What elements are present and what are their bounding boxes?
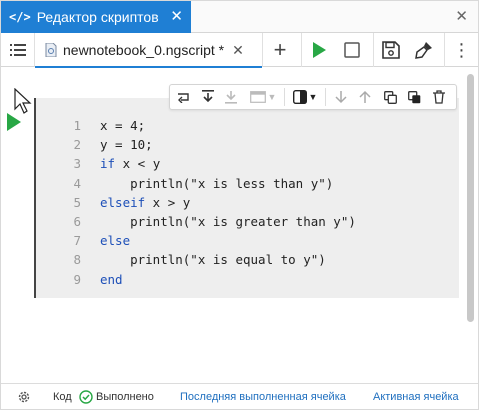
split-cell-button[interactable] [173,85,195,109]
copy-icon [383,90,397,104]
line-text: println("x is less than y") [100,175,334,191]
move-cell-up-button[interactable] [354,85,376,109]
toolbar-divider [284,88,285,106]
save-button[interactable] [373,33,407,67]
add-tab-button[interactable]: + [263,33,297,67]
line-text: x = 4; [100,118,146,133]
window-close-icon[interactable]: ✕ [455,7,468,25]
code-editor[interactable]: 1 x = 4; 2 y = 10; 3 if x < y 4 println("x … [36,118,459,291]
notebook-file-icon [45,43,57,57]
code-line: 8 println("x is equal to y") [36,252,459,271]
vertical-scrollbar[interactable] [467,74,474,322]
keyword: else [100,233,131,249]
code-line: 5 elseif x > y [36,195,459,214]
code-line: 1 x = 4; [36,118,459,137]
line-text: println("x is greater than y") [100,213,356,229]
contrast-icon [292,90,307,104]
line-number: 4 [73,175,81,191]
delete-cell-button[interactable] [428,85,450,109]
cell-type-dropdown[interactable]: ▼ [244,85,282,109]
cell-run-icon[interactable] [7,113,21,131]
cell-toolbar: ▼ ▼ [169,84,457,110]
cell-kind-label: Код [53,391,72,403]
code-line: 6 println("x is greater than y") [36,214,459,233]
theme-dropdown[interactable]: ▼ [287,85,323,109]
code-line: 3 if x < y [36,156,459,175]
execution-status: Выполнено [79,384,154,410]
brush-icon [415,42,432,59]
document-tab[interactable]: newnotebook_0.ngscript * ✕ [35,33,263,68]
title-bar: </> Редактор скриптов ✕ ✕ [1,1,478,33]
download-button[interactable] [220,85,242,109]
list-icon [9,44,26,56]
copy-cell-button[interactable] [379,85,401,109]
line-text: println("x is equal to y") [100,252,326,268]
line-number: 3 [73,156,81,172]
chevron-down-icon: ▼ [308,92,318,102]
execution-status-label: Выполнено [96,391,154,403]
keyword: if [100,156,116,172]
stop-button[interactable] [335,33,369,67]
status-bar: Код Выполнено Последняя выполненная ячей… [1,383,478,409]
check-circle-icon [79,390,93,404]
cell-type-icon [249,91,266,103]
toolbar-divider [325,88,326,106]
code-cell[interactable]: 1 x = 4; 2 y = 10; 3 if x < y 4 println("x … [34,98,459,298]
keyword: end [100,271,123,287]
line-number: 5 [73,194,81,210]
editor-toolbar: newnotebook_0.ngscript * ✕ + ⋮ [1,33,478,68]
code-line: 2 y = 10; [36,137,459,156]
more-options-button[interactable]: ⋮ [444,33,478,67]
panel-tab-close-icon[interactable]: ✕ [170,7,183,25]
line-number: 1 [73,118,81,133]
line-rest: x < y [115,156,161,172]
gear-icon [18,391,30,403]
arrow-down-bar-icon [202,90,214,103]
last-executed-cell-link[interactable]: Последняя выполненная ячейка [180,384,346,410]
arrow-up-icon [359,90,371,103]
settings-button[interactable] [17,384,31,410]
outline-list-button[interactable] [1,33,35,67]
play-icon [312,42,326,58]
chevron-down-icon: ▼ [267,92,277,102]
line-rest: x > y [145,194,191,210]
panel-tab[interactable]: </> Редактор скриптов ✕ [1,1,191,33]
active-cell-link[interactable]: Активная ячейка [373,384,459,410]
run-button[interactable] [301,33,335,67]
run-cell-below-button[interactable] [197,85,219,109]
duplicate-cell-button[interactable] [403,85,425,109]
notebook-content: 1 x = 4; 2 y = 10; 3 if x < y 4 println("x … [1,68,478,382]
move-cell-down-button[interactable] [330,85,352,109]
panel-title: Редактор скриптов [36,9,159,25]
code-line: 9 end [36,272,459,291]
keyword: elseif [100,194,146,210]
arrow-down-icon [335,91,347,104]
line-text: y = 10; [100,137,153,153]
line-number: 7 [73,233,81,249]
document-tab-close-icon[interactable]: ✕ [232,42,244,59]
line-text: else [100,233,130,248]
line-number: 6 [73,213,81,229]
document-tab-label: newnotebook_0.ngscript * [63,42,225,58]
save-icon [381,41,400,59]
duplicate-icon [407,90,420,103]
code-line: 4 println("x is less than y") [36,176,459,195]
line-number: 8 [73,252,81,268]
download-icon [225,91,237,104]
trash-icon [433,90,445,104]
mouse-cursor-icon [14,88,32,114]
code-line: 7 else [36,233,459,252]
line-text: elseif x > y [100,195,190,210]
line-number: 9 [73,271,81,287]
code-icon: </> [9,10,31,24]
line-text: end [100,272,123,287]
split-cell-icon [178,93,189,103]
stop-icon [344,42,360,58]
clear-output-button[interactable] [407,33,441,67]
line-text: if x < y [100,156,160,171]
script-editor-window: </> Редактор скриптов ✕ ✕ newnotebook_0.… [0,0,479,410]
line-number: 2 [73,137,81,153]
